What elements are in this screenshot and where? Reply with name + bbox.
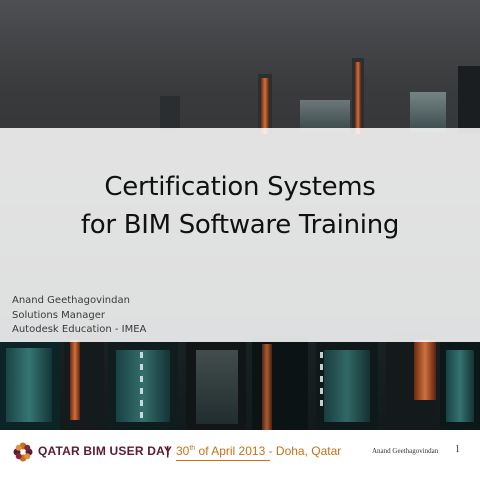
title-line-1: Certification Systems	[104, 172, 376, 202]
date-rest: of April 2013 - Doha, Qatar	[195, 444, 342, 458]
presenter-organization: Autodesk Education - IMEA	[12, 324, 147, 335]
event-date: 30th of April 2013 - Doha, Qatar	[176, 444, 341, 458]
page-number: 1	[455, 444, 460, 455]
presenter-name: Anand Geethagovindan	[12, 295, 130, 306]
date-day: 30	[176, 444, 190, 458]
slide: Certification Systems for BIM Software T…	[0, 0, 480, 480]
footer-separator: |	[166, 444, 170, 458]
qatar-bim-flower-logo-icon	[13, 442, 33, 462]
slide-title: Certification Systems for BIM Software T…	[0, 168, 480, 244]
footer-author: Anand Geethagovindan	[372, 447, 439, 455]
title-line-2: for BIM Software Training	[80, 210, 400, 240]
presenter-info: Anand Geethagovindan Solutions Manager A…	[12, 294, 146, 338]
presenter-role: Solutions Manager	[12, 309, 105, 321]
event-name: QATAR BIM USER DAY	[38, 444, 173, 458]
date-underline	[176, 460, 270, 461]
